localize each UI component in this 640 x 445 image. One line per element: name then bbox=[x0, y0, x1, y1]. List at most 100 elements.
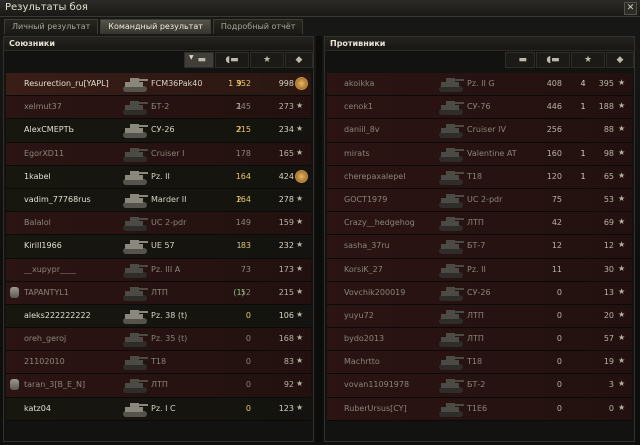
player-row[interactable]: cherepaxalepel T18 120 1 65 ★ bbox=[327, 165, 632, 189]
tab-team-result[interactable]: Командный результат bbox=[100, 19, 211, 34]
star-icon: ★ bbox=[618, 101, 626, 111]
star-icon: ★ bbox=[618, 356, 626, 366]
player-row[interactable]: oreh_geroj Pz. 35 (t) 0 168 ★ bbox=[6, 328, 311, 352]
xp-value: 3 bbox=[608, 380, 614, 390]
tank-icon bbox=[437, 330, 465, 349]
sort-arrow-icon: ▼ bbox=[189, 54, 194, 61]
tank-name: СУ-26 bbox=[467, 287, 491, 297]
player-name: cenok1 bbox=[344, 102, 374, 112]
player-row[interactable]: vovan11091978 БТ-2 0 3 ★ bbox=[327, 374, 632, 398]
player-row[interactable]: sasha_37ru БТ-7 12 12 ★ bbox=[327, 235, 632, 259]
player-row[interactable]: RuberUrsus[CY] T1E6 0 0 ★ bbox=[327, 397, 632, 421]
tab-personal-result[interactable]: Личный результат bbox=[4, 19, 99, 34]
damage-value: 0 bbox=[245, 334, 251, 344]
tank-name: FCM36Pak40 bbox=[151, 79, 203, 88]
tab-detailed-report[interactable]: Подробный отчёт bbox=[212, 19, 304, 34]
star-icon: ★ bbox=[618, 193, 626, 203]
enemies-list: akoikka Pz. II G 408 4 395 ★ cenok1 СУ-76 446 1 18… bbox=[327, 73, 632, 421]
player-row[interactable]: mirats Valentine AT 160 1 98 ★ bbox=[327, 142, 632, 166]
damage-value: 73 bbox=[240, 264, 251, 274]
star-icon: ★ bbox=[296, 286, 304, 296]
kills-value: 1 bbox=[236, 102, 242, 112]
xp-value: 65 bbox=[603, 171, 614, 181]
tank-name: Pz. II bbox=[151, 171, 170, 181]
player-row[interactable]: bydo2013 ЛТП 0 57 ★ bbox=[327, 328, 632, 352]
tank-icon bbox=[437, 376, 465, 395]
star-icon: ★ bbox=[262, 55, 272, 65]
sort-kills-column[interactable]: ◖▬ bbox=[215, 52, 249, 68]
player-row[interactable]: TAPANTYL1 ЛТП 52 (1) 215 ★ bbox=[6, 281, 311, 305]
tank-icon: ◖▬ bbox=[546, 55, 560, 65]
sort-medal-column[interactable]: ◆ bbox=[606, 52, 634, 68]
xp-value: 159 bbox=[278, 218, 294, 228]
damage-value: 0 bbox=[556, 403, 562, 413]
player-row[interactable]: cenok1 СУ-76 446 1 188 ★ bbox=[327, 96, 632, 120]
close-button[interactable]: ✕ bbox=[624, 2, 637, 15]
xp-value: 424 bbox=[278, 171, 294, 181]
player-name: Balalol bbox=[24, 218, 51, 228]
tank-icon bbox=[121, 191, 149, 210]
player-row[interactable]: Balalol UC 2-pdr 149 159 ★ bbox=[6, 212, 311, 236]
sort-xp-column[interactable]: ★ bbox=[571, 52, 605, 68]
tank-name: Pz. II G bbox=[467, 79, 495, 88]
player-name: cherepaxalepel bbox=[344, 171, 406, 181]
player-name: EgorXD11 bbox=[24, 148, 65, 158]
tank-name: БТ-7 bbox=[467, 241, 486, 251]
player-row[interactable]: AlexСМЕРТЬ СУ-26 215 2 234 ★ bbox=[6, 119, 311, 143]
tank-icon bbox=[121, 98, 149, 117]
player-row[interactable]: Machrtto T18 0 19 ★ bbox=[327, 351, 632, 375]
sort-kills-column[interactable]: ◖▬ bbox=[536, 52, 570, 68]
player-row[interactable]: Resurection_ru[YAPL] FCM36Pak40 1 352 9 998 bbox=[6, 73, 311, 97]
shell-icon: ▬ bbox=[518, 55, 528, 65]
player-row[interactable]: vadim_77768rus Marder II 164 2 278 ★ bbox=[6, 188, 311, 213]
tank-icon bbox=[121, 284, 149, 303]
player-name: GOCT1979 bbox=[344, 194, 388, 204]
xp-value: 13 bbox=[603, 287, 614, 297]
allies-list: Resurection_ru[YAPL] FCM36Pak40 1 352 9 998 x… bbox=[6, 73, 311, 421]
tank-icon bbox=[121, 376, 149, 395]
kills-value: 2 bbox=[236, 194, 242, 204]
player-row[interactable]: daniil_8v Cruiser IV 256 88 ★ bbox=[327, 119, 632, 143]
player-row[interactable]: __xupypr____ Pz. III A 73 173 ★ bbox=[6, 258, 311, 282]
xp-value: 53 bbox=[603, 194, 614, 204]
player-row[interactable]: EgorXD11 Cruiser I 178 165 ★ bbox=[6, 142, 311, 166]
star-icon: ★ bbox=[618, 217, 626, 227]
star-icon: ★ bbox=[618, 379, 626, 389]
player-row[interactable]: GOCT1979 UC 2-pdr 75 53 ★ bbox=[327, 188, 632, 213]
sort-damage-column[interactable]: ▬ bbox=[505, 52, 535, 68]
player-name: Machrtto bbox=[344, 357, 380, 367]
player-row[interactable]: xelmut37 БТ-2 245 1 273 ★ bbox=[6, 96, 311, 120]
tank-icon bbox=[121, 214, 149, 233]
damage-value: 0 bbox=[556, 334, 562, 344]
player-name: vovan11091978 bbox=[344, 380, 410, 390]
player-row[interactable]: taran_3[B_E_N] ЛТП 0 92 ★ bbox=[6, 374, 311, 398]
player-row[interactable]: aleks222222222 Pz. 38 (t) 0 106 ★ bbox=[6, 304, 311, 329]
xp-value: 188 bbox=[598, 102, 614, 112]
star-icon: ★ bbox=[296, 356, 304, 366]
star-icon: ★ bbox=[296, 101, 304, 111]
player-row[interactable]: Kirill1966 UE 57 83 1 232 ★ bbox=[6, 235, 311, 259]
sort-medal-column[interactable]: ◆ bbox=[285, 52, 313, 68]
player-row[interactable]: akoikka Pz. II G 408 4 395 ★ bbox=[327, 73, 632, 97]
player-row[interactable]: Crazy__hedgehog ЛТП 42 69 ★ bbox=[327, 212, 632, 236]
player-row[interactable]: 21102010 T18 0 83 ★ bbox=[6, 351, 311, 375]
sort-damage-column[interactable]: ▼ ▬ bbox=[184, 52, 214, 68]
player-name: taran_3[B_E_N] bbox=[24, 380, 86, 390]
xp-value: 88 bbox=[603, 125, 614, 135]
chat-ban-icon bbox=[10, 286, 19, 298]
player-row[interactable]: Vovchik200019 СУ-26 0 13 ★ bbox=[327, 281, 632, 305]
player-name: AlexСМЕРТЬ bbox=[24, 125, 74, 135]
damage-value: 42 bbox=[551, 218, 562, 228]
star-icon: ★ bbox=[618, 286, 626, 296]
player-row[interactable]: katz04 Pz. I C 0 123 ★ bbox=[6, 397, 311, 421]
player-row[interactable]: KorsiK_27 Pz. II 11 30 ★ bbox=[327, 258, 632, 282]
player-name: Vovchik200019 bbox=[344, 287, 406, 297]
sort-xp-column[interactable]: ★ bbox=[250, 52, 284, 68]
enemies-panel: Противники ▬ ◖▬ ★ ◆ akoikka Pz. II G 408 4 3… bbox=[324, 36, 635, 442]
player-row[interactable]: 1kabel Pz. II 164 424 bbox=[6, 165, 311, 189]
tank-icon bbox=[437, 237, 465, 256]
tank-name: Pz. I C bbox=[151, 403, 176, 413]
player-row[interactable]: yuyu72 ЛТП 0 20 ★ bbox=[327, 304, 632, 329]
damage-value: 0 bbox=[556, 287, 562, 297]
player-name: 1kabel bbox=[24, 171, 51, 181]
